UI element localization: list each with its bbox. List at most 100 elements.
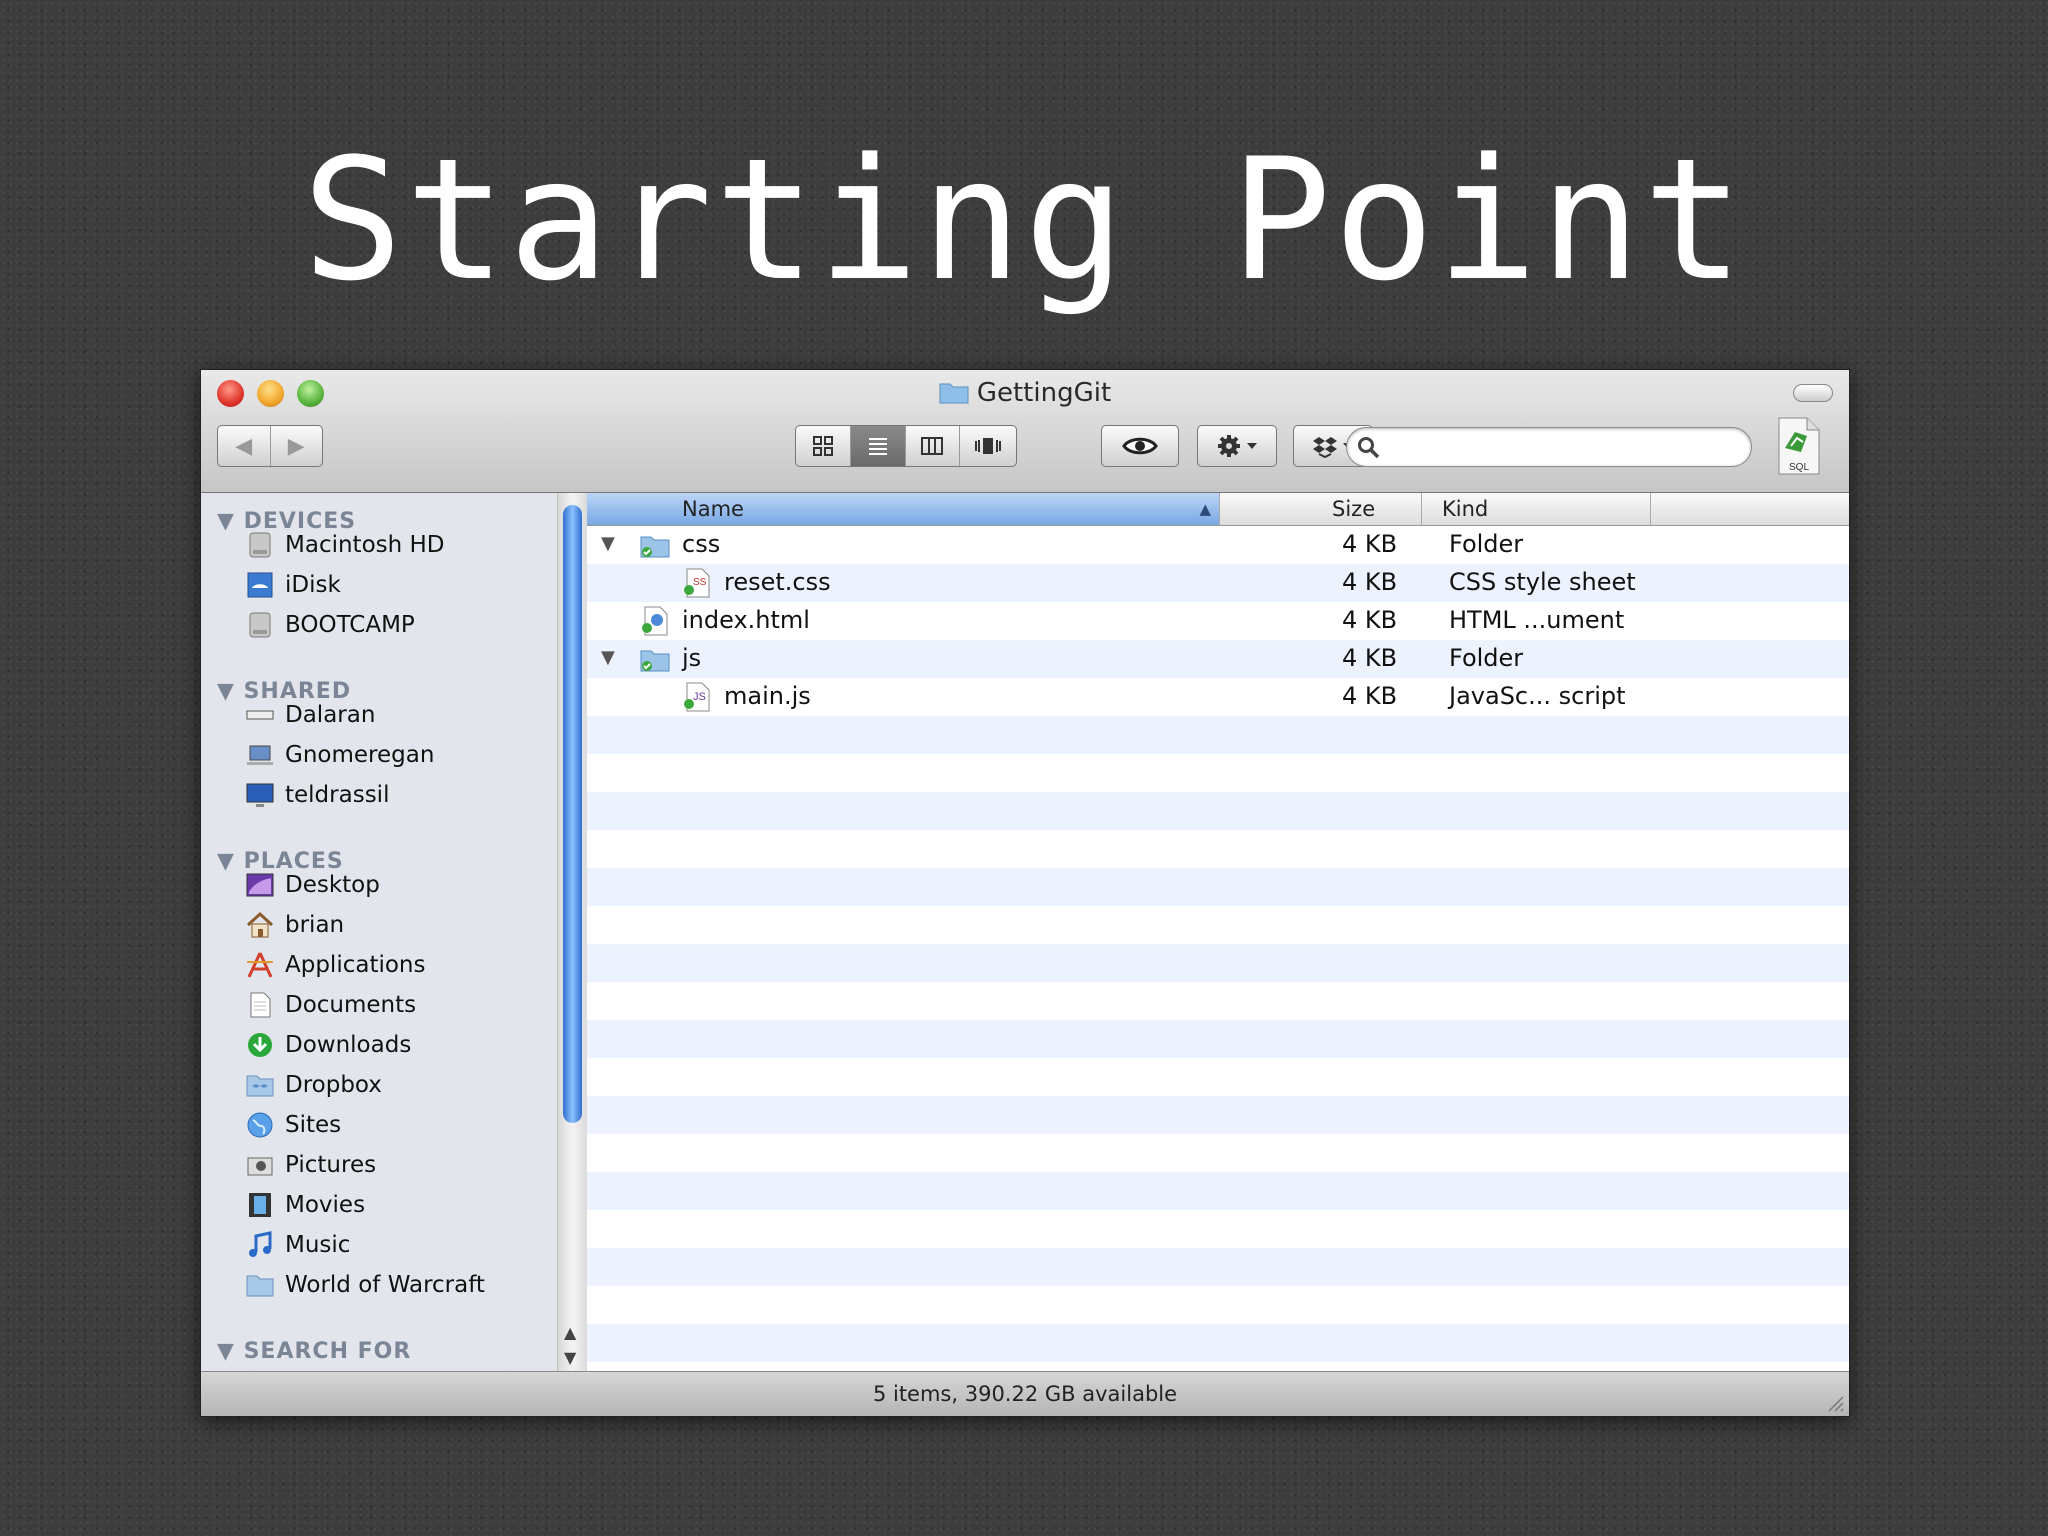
sidebar-item-pictures[interactable]: Pictures [245,1148,376,1182]
status-text: 5 items, 390.22 GB available [872,1382,1178,1406]
file-name: reset.css [724,568,831,596]
table-row[interactable]: index.html 4 KB HTML ...ument [587,602,1849,640]
icon-view-button[interactable] [796,426,851,466]
file-kind: CSS style sheet [1449,568,1636,596]
sidebar-item-applications[interactable]: Applications [245,948,426,982]
sidebar-item-desktop[interactable]: Desktop [245,868,380,902]
svg-text:JS: JS [693,691,706,703]
film-icon [249,1193,271,1217]
sidebar-item-label: Sites [285,1112,342,1138]
finder-window: GettingGit ◀ ▶ SQL ▼ DEVICES Macintosh H… [200,369,1850,1417]
sidebar-item-label: Macintosh HD [285,532,445,558]
sidebar-heading-search-for[interactable]: ▼ SEARCH FOR [217,1339,411,1364]
quick-look-inner[interactable] [1102,426,1178,466]
scroll-down-arrow-icon[interactable]: ▼ [564,1348,576,1367]
downloads-icon [248,1033,272,1057]
folder-icon [640,536,670,558]
sidebar-item-label: iDisk [285,572,341,598]
file-size: 4 KB [1342,682,1398,710]
css-file-icon: SS [684,568,710,598]
sidebar-item-downloads[interactable]: Downloads [245,1028,411,1062]
sidebar-heading-search-label: SEARCH FOR [243,1339,412,1364]
sidebar-item-documents[interactable]: Documents [245,988,416,1022]
sidebar-item-world-of-warcraft[interactable]: World of Warcraft [245,1268,485,1302]
column-header-name[interactable]: Name ▲ [587,493,1220,525]
sidebar-item-label: Documents [285,992,417,1018]
cover-flow-icon [975,438,1002,454]
folder-icon [640,650,670,672]
sidebar-item-macintosh-hd[interactable]: Macintosh HD [245,528,445,562]
laptop-icon [247,745,273,765]
eye-icon [1122,437,1158,455]
sidebar-item-music[interactable]: Music [245,1228,350,1262]
sort-ascending-icon: ▲ [1199,500,1211,518]
sidebar-item-gnomeregan[interactable]: Gnomeregan [245,738,434,772]
file-kind: JavaSc... script [1449,682,1626,710]
sidebar-item-label: Movies [285,1192,366,1218]
sidebar-item-label: brian [285,912,345,938]
list-view-button[interactable] [850,426,906,466]
sidebar-item-label: Dalaran [285,702,376,728]
cover-flow-button[interactable] [960,426,1016,466]
table-row[interactable]: ▼ css 4 KB Folder [587,526,1849,564]
table-row[interactable]: SS reset.css 4 KB CSS style sheet [587,564,1849,602]
slide-title: Starting Point [301,122,1747,318]
search-input[interactable] [1391,433,1735,461]
column-view-icon [921,437,944,455]
table-row[interactable]: ▼ js 4 KB Folder [587,640,1849,678]
back-button[interactable]: ◀ [218,426,271,466]
sidebar-item-bootcamp[interactable]: BOOTCAMP [245,608,415,642]
documents-icon [250,992,271,1018]
sidebar-scroll-thumb[interactable] [563,505,582,1123]
sidebar-item-label: Desktop [285,872,380,898]
globe-icon [247,1112,273,1138]
search-icon [1358,437,1380,459]
folder-icon [939,383,969,404]
file-kind: Folder [1449,644,1524,672]
action-menu-inner[interactable] [1198,426,1276,466]
sidebar-item-teldrassil[interactable]: teldrassil [245,778,389,812]
sidebar-item-sites[interactable]: Sites [245,1108,341,1142]
sidebar-item-brian[interactable]: brian [245,908,344,942]
disclosure-triangle-icon[interactable]: ▼ [601,533,615,554]
sidebar-scrollbar[interactable]: ▲ ▼ [557,493,588,1371]
file-size: 4 KB [1342,530,1398,558]
dropbox-folder-icon [246,1075,274,1097]
sidebar-item-dalaran[interactable]: Dalaran [245,698,375,732]
sidebar-item-label: teldrassil [285,782,390,808]
table-row[interactable]: JS main.js 4 KB JavaSc... script [587,678,1849,716]
window-toolbar: GettingGit ◀ ▶ SQL [201,370,1849,493]
list-view-icon [868,438,887,455]
sidebar-item-label: Applications [285,952,426,978]
sidebar-item-dropbox[interactable]: Dropbox [245,1068,382,1102]
column-view-button[interactable] [906,426,961,466]
status-bar: 5 items, 390.22 GB available [201,1371,1849,1416]
folder-icon [246,1275,274,1297]
sidebar-item-idisk[interactable]: iDisk [245,568,341,602]
toolbar-toggle-button[interactable] [1793,384,1833,402]
scroll-up-arrow-icon[interactable]: ▲ [564,1323,576,1342]
column-name-label: Name [682,497,744,521]
action-menu-button[interactable] [1197,425,1277,467]
view-mode-control [795,425,1017,467]
forward-button[interactable]: ▶ [271,426,323,466]
sidebar-item-label: Dropbox [285,1072,382,1098]
sidebar-item-movies[interactable]: Movies [245,1188,365,1222]
sql-file-icon[interactable]: SQL [1775,416,1821,476]
resize-grip-icon[interactable] [1823,1391,1845,1413]
sidebar-item-label: Downloads [285,1032,412,1058]
icon-view-icon [812,436,833,456]
idisk-icon [247,572,273,598]
column-header-kind[interactable]: Kind [1422,493,1651,525]
home-icon [246,911,274,938]
column-header-size[interactable]: Size [1228,493,1422,525]
search-field[interactable] [1346,427,1752,467]
file-name: main.js [724,682,811,710]
file-name: css [682,530,721,558]
sidebar-item-label: BOOTCAMP [285,612,415,638]
music-note-icon [249,1231,272,1257]
monitor-icon [246,783,274,807]
quick-look-button[interactable] [1101,425,1179,467]
column-kind-label: Kind [1442,497,1489,521]
disclosure-triangle-icon[interactable]: ▼ [601,647,615,668]
